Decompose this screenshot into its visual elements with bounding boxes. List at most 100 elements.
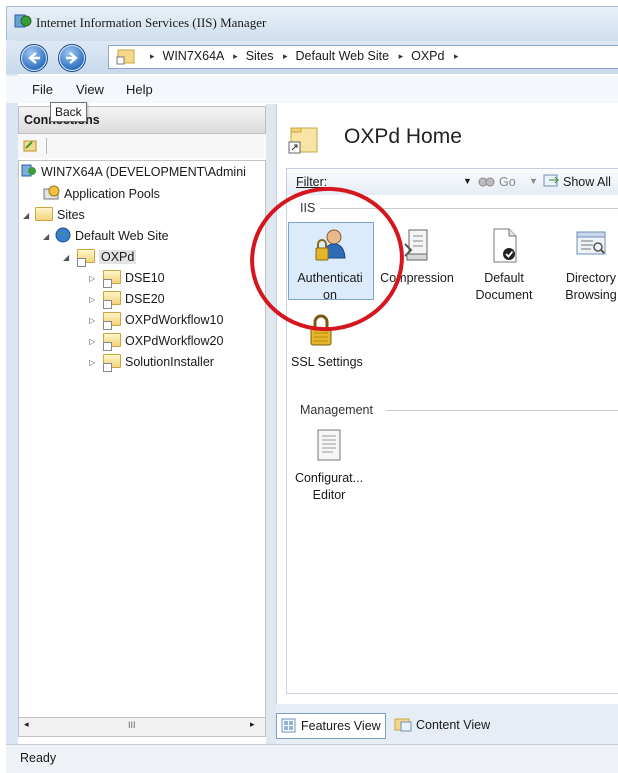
tree-item-server[interactable]: WIN7X64A (DEVELOPMENT\Admini xyxy=(21,163,246,182)
feature-label-authentication-line2: on xyxy=(323,288,337,302)
group-divider xyxy=(320,208,618,209)
tree-label-oxpdworkflow10: OXPdWorkflow10 xyxy=(125,313,224,327)
breadcrumb-separator: ▸ xyxy=(282,51,288,61)
collapse-arrow-icon[interactable]: ◢ xyxy=(23,206,29,225)
expand-arrow-icon[interactable]: ▷ xyxy=(89,269,95,288)
folder-icon xyxy=(103,354,121,372)
connections-toolbar xyxy=(18,134,264,158)
status-text: Ready xyxy=(20,751,57,765)
feature-configuration-editor[interactable]: Configurat... Editor xyxy=(286,426,372,504)
tree-item-solutioninstaller[interactable]: ▷ SolutionInstaller xyxy=(89,353,214,372)
go-binoculars-icon[interactable] xyxy=(478,173,495,188)
status-bar xyxy=(6,744,618,773)
feature-authentication[interactable]: Authenticati on xyxy=(287,226,373,304)
feature-compression[interactable]: Compression xyxy=(374,226,460,287)
tab-content-view[interactable]: Content View xyxy=(392,713,494,737)
breadcrumb-separator: ▸ xyxy=(233,51,238,61)
compression-icon xyxy=(404,229,428,261)
expand-arrow-icon[interactable]: ▷ xyxy=(89,332,95,351)
ssl-lock-icon xyxy=(310,314,332,346)
breadcrumb: ▸ WIN7X64A ▸ Sites ▸ Default Web Site ▸ OXPd… xyxy=(144,49,466,63)
breadcrumb-oxpd[interactable]: OXPd xyxy=(411,49,444,63)
sites-folder-icon xyxy=(35,207,53,221)
toolbar-divider xyxy=(46,138,47,154)
tree-item-dse20[interactable]: ▷ DSE20 xyxy=(89,290,165,309)
tab-label-features-view: Features View xyxy=(301,719,381,733)
back-button[interactable] xyxy=(20,44,48,72)
authentication-user-lock-icon xyxy=(315,229,346,261)
horizontal-scrollbar[interactable] xyxy=(18,717,266,737)
collapse-arrow-icon[interactable]: ◢ xyxy=(43,227,49,246)
go-dropdown-icon[interactable]: ▼ xyxy=(529,176,538,186)
feature-ssl-settings[interactable]: SSL Settings xyxy=(287,310,373,371)
site-folder-icon xyxy=(116,49,135,65)
feature-label-config-editor-line2: Editor xyxy=(312,488,346,502)
breadcrumb-server[interactable]: WIN7X64A xyxy=(163,49,224,63)
tree-item-oxpd[interactable]: ◢ OXPd xyxy=(63,248,137,267)
folder-icon xyxy=(103,312,121,330)
folder-icon xyxy=(103,333,121,351)
back-tooltip: Back xyxy=(50,102,87,122)
forward-button[interactable] xyxy=(58,44,86,72)
feature-label-default-document-line2: Document xyxy=(475,288,533,302)
window-frame xyxy=(6,40,18,744)
tree-item-oxpdworkflow20[interactable]: ▷ OXPdWorkflow20 xyxy=(89,332,223,351)
server-icon xyxy=(21,164,36,177)
group-divider xyxy=(386,410,618,411)
breadcrumb-separator[interactable]: ▸ xyxy=(454,51,459,62)
oxpd-folder-icon xyxy=(77,249,95,267)
feature-label-config-editor-line1: Configurat... xyxy=(294,471,364,485)
collapse-arrow-icon[interactable]: ◢ xyxy=(63,248,69,267)
feature-label-default-document-line1: Default xyxy=(484,271,524,285)
go-button[interactable]: Go xyxy=(499,175,516,189)
feature-label-authentication-line1: Authenticati xyxy=(297,271,363,285)
tree-label-dse10: DSE10 xyxy=(125,271,165,285)
expand-arrow-icon[interactable]: ▷ xyxy=(89,311,95,330)
tab-label-content-view: Content View xyxy=(416,718,491,732)
show-all-button[interactable]: Show All xyxy=(563,175,611,189)
show-all-icon[interactable] xyxy=(543,173,560,188)
breadcrumb-separator: ▸ xyxy=(398,51,404,61)
breadcrumb-sites[interactable]: Sites xyxy=(246,49,274,63)
scroll-thumb-grip[interactable]: III xyxy=(128,720,136,730)
tree-item-app-pools[interactable]: Application Pools xyxy=(43,185,160,204)
page-title: OXPd Home xyxy=(344,125,462,148)
tree-label-sites: Sites xyxy=(57,208,85,222)
scroll-left-icon[interactable]: ◂ xyxy=(24,719,29,730)
back-arrow-icon xyxy=(28,52,40,64)
connections-tree[interactable]: WIN7X64A (DEVELOPMENT\Admini Application… xyxy=(18,160,266,718)
feature-label-directory-browsing-line2: Browsing xyxy=(565,288,617,302)
feature-label-compression: Compression xyxy=(380,271,454,285)
feature-default-document[interactable]: Default Document xyxy=(461,226,547,304)
home-folder-icon xyxy=(288,127,318,154)
tree-label-oxpd: OXPd xyxy=(99,250,137,264)
features-view-icon xyxy=(281,718,296,733)
connect-icon[interactable] xyxy=(22,138,40,154)
tree-item-default-web-site[interactable]: ◢ Default Web Site xyxy=(43,227,169,246)
tree-label-dse20: DSE20 xyxy=(125,292,165,306)
iis-app-icon xyxy=(14,14,32,28)
feature-directory-browsing[interactable]: Directory Browsing xyxy=(548,226,618,304)
expand-arrow-icon[interactable]: ▷ xyxy=(89,353,95,372)
tree-label-solutioninstaller: SolutionInstaller xyxy=(125,355,214,369)
tree-item-oxpdworkflow10[interactable]: ▷ OXPdWorkflow10 xyxy=(89,311,223,330)
group-label-iis: IIS xyxy=(300,201,320,215)
tree-item-sites[interactable]: ◢ Sites xyxy=(23,206,85,225)
breadcrumb-default-web-site[interactable]: Default Web Site xyxy=(296,49,390,63)
tree-label-default-web-site: Default Web Site xyxy=(75,229,169,243)
menu-help[interactable]: Help xyxy=(126,82,153,97)
default-document-icon xyxy=(493,228,517,263)
filter-dropdown-icon[interactable]: ▼ xyxy=(463,176,472,186)
menu-view[interactable]: View xyxy=(76,82,104,97)
tab-features-view[interactable]: Features View xyxy=(276,713,386,739)
group-label-management: Management xyxy=(300,403,377,417)
pane-splitter[interactable] xyxy=(266,104,276,744)
configuration-editor-icon xyxy=(317,429,341,461)
directory-browsing-icon xyxy=(576,231,606,255)
expand-arrow-icon[interactable]: ▷ xyxy=(89,290,95,309)
scroll-right-icon[interactable]: ▸ xyxy=(250,719,255,730)
tree-label-app-pools: Application Pools xyxy=(64,187,160,201)
tree-item-dse10[interactable]: ▷ DSE10 xyxy=(89,269,165,288)
menu-file[interactable]: File xyxy=(32,82,53,97)
filter-label[interactable]: Filter: xyxy=(296,175,327,189)
